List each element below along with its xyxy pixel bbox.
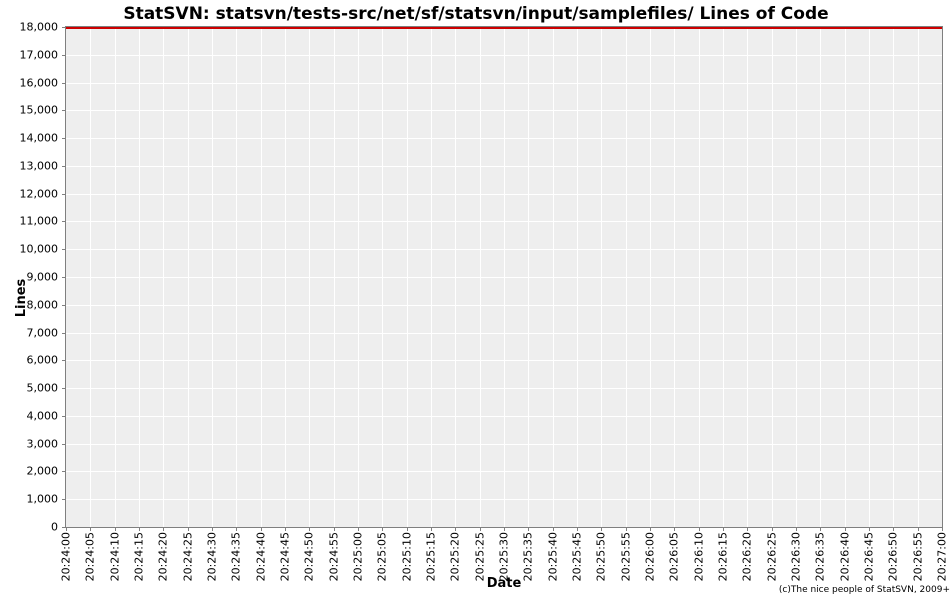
gridline-v — [431, 27, 432, 527]
gridline-v — [601, 27, 602, 527]
x-tick-label: 20:26:25 — [765, 532, 778, 581]
x-tick-label: 20:26:00 — [644, 532, 657, 581]
x-tick-label: 20:26:55 — [911, 532, 924, 581]
y-tick-label: 14,000 — [20, 132, 59, 145]
gridline-v — [577, 27, 578, 527]
x-tick-label: 20:26:45 — [863, 532, 876, 581]
plot-area — [65, 26, 943, 528]
gridline-v — [212, 27, 213, 527]
x-tick-label: 20:25:20 — [449, 532, 462, 581]
gridline-v — [407, 27, 408, 527]
gridline-v — [455, 27, 456, 527]
x-tick-label: 20:26:10 — [692, 532, 705, 581]
x-tick-label: 20:26:30 — [790, 532, 803, 581]
x-tick-label: 20:26:20 — [741, 532, 754, 581]
y-tick-label: 1,000 — [27, 493, 59, 506]
y-axis-ticks: 01,0002,0003,0004,0005,0006,0007,0008,00… — [0, 26, 62, 528]
gridline-v — [334, 27, 335, 527]
x-tick-label: 20:26:50 — [887, 532, 900, 581]
gridline-v — [674, 27, 675, 527]
chart-title: StatSVN: statsvn/tests-src/net/sf/statsv… — [0, 4, 952, 24]
y-tick-label: 13,000 — [20, 159, 59, 172]
gridline-v — [382, 27, 383, 527]
x-tick-label: 20:24:35 — [230, 532, 243, 581]
chart-container: StatSVN: statsvn/tests-src/net/sf/statsv… — [0, 0, 952, 596]
x-tick-label: 20:24:30 — [206, 532, 219, 581]
x-tick-label: 20:24:50 — [303, 532, 316, 581]
x-tick-label: 20:25:15 — [425, 532, 438, 581]
y-tick-label: 11,000 — [20, 215, 59, 228]
y-tick-label: 10,000 — [20, 243, 59, 256]
gridline-v — [90, 27, 91, 527]
series-line — [66, 27, 942, 29]
x-tick-label: 20:27:00 — [936, 532, 949, 581]
gridline-v — [747, 27, 748, 527]
x-tick-label: 20:24:15 — [133, 532, 146, 581]
y-tick-label: 0 — [51, 521, 58, 534]
x-tick-label: 20:25:25 — [473, 532, 486, 581]
gridline-v — [845, 27, 846, 527]
x-tick-label: 20:24:40 — [254, 532, 267, 581]
x-tick-label: 20:25:00 — [352, 532, 365, 581]
y-tick-label: 6,000 — [27, 354, 59, 367]
x-tick-label: 20:26:40 — [838, 532, 851, 581]
gridline-v — [820, 27, 821, 527]
gridline-v — [699, 27, 700, 527]
gridline-v — [553, 27, 554, 527]
x-tick-label: 20:24:25 — [181, 532, 194, 581]
gridline-v — [309, 27, 310, 527]
x-tick-label: 20:25:40 — [546, 532, 559, 581]
gridline-v — [772, 27, 773, 527]
x-tick-label: 20:25:35 — [522, 532, 535, 581]
credit-text: (c)The nice people of StatSVN, 2009+ — [779, 585, 950, 595]
gridline-v — [528, 27, 529, 527]
y-tick-label: 9,000 — [27, 271, 59, 284]
gridline-v — [236, 27, 237, 527]
x-tick-label: 20:25:45 — [571, 532, 584, 581]
y-tick-label: 18,000 — [20, 21, 59, 34]
x-tick-label: 20:25:10 — [400, 532, 413, 581]
x-tick-label: 20:25:55 — [619, 532, 632, 581]
gridline-v — [626, 27, 627, 527]
gridline-v — [480, 27, 481, 527]
x-tick-label: 20:24:20 — [157, 532, 170, 581]
x-axis-ticks: 20:24:0020:24:0520:24:1020:24:1520:24:20… — [65, 528, 943, 576]
gridline-v — [115, 27, 116, 527]
x-tick-label: 20:24:10 — [108, 532, 121, 581]
y-tick-label: 2,000 — [27, 465, 59, 478]
gridline-v — [188, 27, 189, 527]
x-tick-label: 20:25:30 — [498, 532, 511, 581]
x-tick-label: 20:24:45 — [279, 532, 292, 581]
gridline-v — [163, 27, 164, 527]
y-tick-label: 4,000 — [27, 409, 59, 422]
y-tick-label: 5,000 — [27, 382, 59, 395]
x-tick-label: 20:26:35 — [814, 532, 827, 581]
y-tick-label: 3,000 — [27, 437, 59, 450]
gridline-v — [358, 27, 359, 527]
x-tick-label: 20:24:00 — [60, 532, 73, 581]
y-tick-label: 8,000 — [27, 298, 59, 311]
gridline-v — [504, 27, 505, 527]
y-axis-label: Lines — [14, 279, 29, 318]
y-tick-label: 16,000 — [20, 76, 59, 89]
gridline-v — [723, 27, 724, 527]
gridline-v — [139, 27, 140, 527]
gridline-v — [285, 27, 286, 527]
gridline-v — [796, 27, 797, 527]
x-tick-label: 20:26:05 — [668, 532, 681, 581]
x-tick-label: 20:25:05 — [376, 532, 389, 581]
y-tick-label: 7,000 — [27, 326, 59, 339]
x-tick-label: 20:25:50 — [595, 532, 608, 581]
y-tick-label: 12,000 — [20, 187, 59, 200]
gridline-v — [650, 27, 651, 527]
gridline-v — [918, 27, 919, 527]
x-tick-label: 20:26:15 — [717, 532, 730, 581]
y-tick-label: 17,000 — [20, 48, 59, 61]
gridline-v — [869, 27, 870, 527]
y-tick-label: 15,000 — [20, 104, 59, 117]
gridline-v — [893, 27, 894, 527]
x-tick-label: 20:24:05 — [84, 532, 97, 581]
gridline-v — [261, 27, 262, 527]
x-tick-label: 20:24:55 — [327, 532, 340, 581]
